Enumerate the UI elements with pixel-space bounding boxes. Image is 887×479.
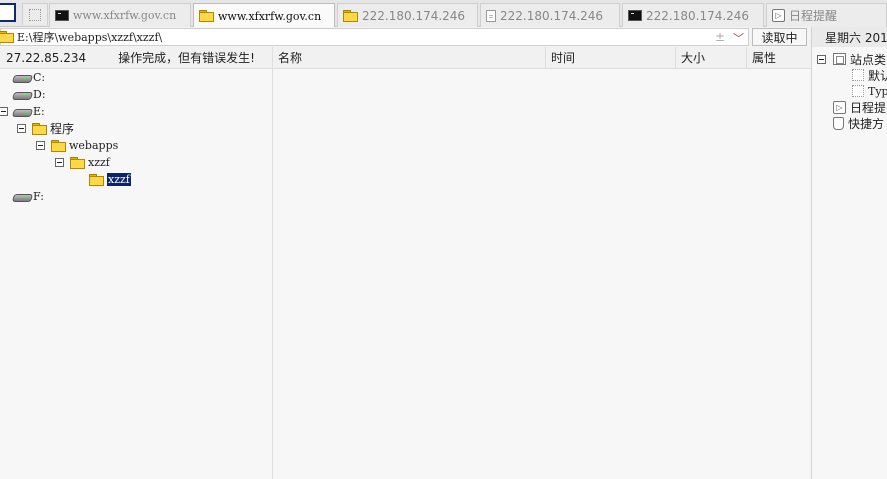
address-bar: E:\程序\webapps\xzzf\xzzf\ ± ﹀ 读取中 星期六 201… bbox=[0, 27, 887, 47]
tab-label: 222.180.174.246 bbox=[646, 8, 750, 23]
drive-icon bbox=[13, 90, 30, 99]
tab-ip-3[interactable]: 222.180.174.246 bbox=[622, 3, 764, 27]
tab-label: 222.180.174.246 bbox=[500, 8, 604, 23]
address-path: E:\程序\webapps\xzzf\xzzf\ bbox=[17, 31, 163, 44]
site-category-node[interactable]: 站点类 bbox=[833, 51, 886, 67]
read-button[interactable]: 读取中 bbox=[752, 28, 807, 46]
sidebar-panel: 站点类 默认 Typ ▷ 日程提 快捷方 bbox=[811, 47, 887, 479]
tree-node-label: xzzf bbox=[106, 172, 132, 187]
blank-icon bbox=[29, 8, 41, 21]
tab-label: www.xfxrfw.gov.cn bbox=[218, 9, 322, 23]
address-input[interactable]: E:\程序\webapps\xzzf\xzzf\ ± ﹀ bbox=[0, 28, 749, 46]
site-default-label: 默认 bbox=[868, 68, 887, 83]
blank-icon bbox=[852, 69, 864, 81]
file-list-header: 名称 时间 大小 属性 bbox=[273, 47, 811, 69]
tree-node-drive-f[interactable]: F: bbox=[13, 188, 44, 205]
drive-icon bbox=[13, 192, 30, 201]
tree-node-label: F: bbox=[33, 190, 44, 203]
tree-node-label: xzzf bbox=[88, 156, 110, 169]
tree-node-folder-webapps[interactable]: webapps bbox=[51, 137, 118, 154]
folder-icon bbox=[32, 122, 47, 135]
file-list-panel: 名称 时间 大小 属性 bbox=[273, 47, 811, 479]
blank-icon bbox=[852, 85, 864, 97]
site-category-label: 站点类 bbox=[850, 52, 887, 67]
tree-node-folder-xzzf[interactable]: xzzf bbox=[70, 154, 110, 171]
hand-icon bbox=[833, 116, 844, 130]
tab-label: 222.180.174.246 bbox=[362, 8, 466, 23]
tree-node-label: 程序 bbox=[50, 122, 75, 136]
page-icon bbox=[486, 9, 496, 22]
site-default-node[interactable]: 默认 bbox=[852, 67, 887, 83]
terminal-icon bbox=[628, 10, 642, 21]
site-type-label: Typ bbox=[868, 84, 887, 98]
folder-icon bbox=[0, 31, 14, 43]
folder-icon bbox=[70, 156, 85, 169]
schedule-icon: ▷ bbox=[833, 100, 846, 114]
folder-icon bbox=[51, 139, 66, 152]
tree-node-folder-xzzf-selected[interactable]: xzzf bbox=[89, 171, 132, 188]
schedule-label: 日程提 bbox=[850, 100, 887, 115]
tab-menu-button[interactable] bbox=[0, 3, 16, 22]
collapse-toggle[interactable] bbox=[55, 158, 64, 167]
tab-site-2[interactable]: www.xfxrfw.gov.cn bbox=[193, 3, 335, 28]
drive-icon bbox=[13, 73, 30, 82]
column-attributes[interactable]: 属性 bbox=[747, 47, 811, 68]
tab-label: www.xfxrfw.gov.cn bbox=[73, 9, 177, 22]
column-size[interactable]: 大小 bbox=[676, 47, 747, 68]
collapse-toggle[interactable] bbox=[0, 107, 8, 116]
folder-icon bbox=[343, 9, 358, 22]
tree-node-label: E: bbox=[33, 105, 45, 118]
tab-site-1[interactable]: www.xfxrfw.gov.cn bbox=[49, 3, 191, 27]
site-type-node[interactable]: Typ bbox=[852, 83, 887, 99]
tree-node-label: webapps bbox=[69, 139, 119, 152]
shortcut-node[interactable]: 快捷方 bbox=[833, 115, 884, 131]
tree-node-folder-programs[interactable]: 程序 bbox=[32, 120, 74, 137]
schedule-node[interactable]: ▷ 日程提 bbox=[833, 99, 886, 115]
drive-icon bbox=[13, 107, 30, 116]
tab-ip-2[interactable]: 222.180.174.246 bbox=[480, 3, 620, 27]
folder-icon bbox=[89, 173, 104, 186]
server-ip: 27.22.85.234 bbox=[6, 50, 87, 65]
tab-label: 日程提醒 bbox=[789, 9, 838, 23]
tree-node-label: D: bbox=[33, 88, 46, 101]
terminal-icon bbox=[55, 10, 69, 21]
folder-icon bbox=[199, 10, 214, 22]
schedule-icon: ▷ bbox=[772, 9, 785, 22]
tab-schedule[interactable]: ▷ 日程提醒 bbox=[766, 3, 887, 27]
chevron-down-icon[interactable]: ﹀ bbox=[733, 30, 744, 46]
date-display: 星期六 2014 bbox=[811, 27, 887, 47]
tree-node-drive-e[interactable]: E: bbox=[13, 103, 45, 120]
collapse-toggle[interactable] bbox=[817, 55, 826, 64]
new-tab-button[interactable] bbox=[22, 3, 48, 25]
column-name[interactable]: 名称 bbox=[273, 47, 546, 68]
directory-tree-panel: 27.22.85.234 操作完成，但有错误发生! C: D: E: 程序 we… bbox=[0, 47, 273, 479]
column-time[interactable]: 时间 bbox=[546, 47, 676, 68]
shortcut-label: 快捷方 bbox=[848, 116, 885, 131]
tree-node-drive-c[interactable]: C: bbox=[13, 69, 45, 86]
tree-node-drive-d[interactable]: D: bbox=[13, 86, 46, 103]
connection-status-bar: 27.22.85.234 操作完成，但有错误发生! bbox=[0, 47, 272, 69]
tab-bar: www.xfxrfw.gov.cn www.xfxrfw.gov.cn 222.… bbox=[0, 0, 887, 28]
status-message: 操作完成，但有错误发生! bbox=[118, 51, 255, 65]
collapse-toggle[interactable] bbox=[17, 124, 26, 133]
add-bookmark-button[interactable]: ± bbox=[715, 30, 725, 46]
category-icon bbox=[833, 53, 846, 65]
tree-node-label: C: bbox=[33, 71, 46, 84]
collapse-toggle[interactable] bbox=[36, 141, 45, 150]
tab-ip-1[interactable]: 222.180.174.246 bbox=[337, 3, 478, 27]
